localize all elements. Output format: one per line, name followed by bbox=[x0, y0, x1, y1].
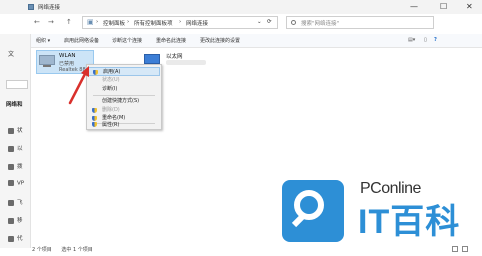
context-menu: 启用(A) 状态(U) 诊断(I) 创建快捷方式(S) 删除(D) 重命名(M)… bbox=[86, 64, 162, 130]
forward-button[interactable]: → bbox=[48, 18, 54, 26]
sidebar-item-vpn[interactable]: VP bbox=[8, 180, 24, 187]
sidebar-item-label: 以 bbox=[17, 146, 23, 152]
search-input[interactable]: 搜索"网络连接" bbox=[286, 16, 434, 29]
sidebar-item-airplane[interactable]: 飞 bbox=[8, 198, 23, 206]
rename-button[interactable]: 重命名此连接 bbox=[156, 37, 186, 44]
pconline-watermark: PConline IT百科 bbox=[282, 180, 476, 250]
sidebar-item-proxy[interactable]: 代 bbox=[8, 234, 23, 242]
uac-shield-icon bbox=[92, 122, 97, 127]
breadcrumb-sep: › bbox=[96, 19, 99, 25]
command-bar: 组织 ▾ 启用此网络设备 诊断这个连接 重命名此连接 更改此连接的设置 ▤▾ ▯… bbox=[30, 34, 482, 48]
sidebar-item-label: 移 bbox=[17, 218, 23, 224]
view-options-icon[interactable]: ▤▾ bbox=[408, 37, 415, 43]
organize-menu[interactable]: 组织 ▾ bbox=[36, 37, 50, 44]
refresh-icon[interactable]: ⟳ bbox=[267, 19, 272, 25]
close-button[interactable]: ✕ bbox=[466, 2, 473, 12]
address-bar[interactable]: ▣ › 控制面板 › 所有控制面板项 › 网络连接 ⌄ ⟳ bbox=[82, 16, 278, 29]
diagnose-button[interactable]: 诊断这个连接 bbox=[112, 37, 142, 44]
watermark-brand-text: IT百科 bbox=[358, 203, 461, 241]
enable-device-button[interactable]: 启用此网络设备 bbox=[64, 37, 99, 44]
sidebar-item-dialup[interactable]: 拨 bbox=[8, 162, 23, 170]
magnifier-logo-icon bbox=[282, 180, 344, 242]
globe-icon bbox=[8, 235, 14, 242]
uac-shield-icon bbox=[93, 70, 98, 75]
menu-item-status[interactable]: 状态(U) bbox=[88, 76, 160, 85]
breadcrumb-control-panel[interactable]: 控制面板 bbox=[103, 19, 125, 27]
dialup-icon bbox=[8, 163, 14, 170]
sidebar-item-label: 代 bbox=[17, 236, 23, 242]
home-icon bbox=[8, 127, 14, 134]
sidebar-item-status[interactable]: 状 bbox=[8, 126, 23, 134]
settings-sidebar: 文 网络和 状 以 拨 VP 飞 移 代 bbox=[0, 34, 31, 248]
selected-count: 选中 1 个项目 bbox=[61, 247, 93, 253]
network-connections-icon bbox=[28, 4, 34, 10]
title-bar: 网络连接 — ☐ ✕ bbox=[0, 0, 482, 14]
adapter-name: WLAN bbox=[59, 53, 76, 59]
airplane-icon bbox=[8, 199, 14, 206]
breadcrumb-network-connections[interactable]: 网络连接 bbox=[186, 19, 208, 27]
up-button[interactable]: ↑ bbox=[66, 18, 72, 26]
adapter-details-blurred bbox=[166, 60, 206, 65]
adapter-status: 已禁用 bbox=[59, 61, 75, 67]
item-count: 2 个项目 bbox=[32, 247, 52, 253]
menu-item-properties[interactable]: 属性(R) bbox=[88, 121, 160, 129]
search-icon bbox=[291, 20, 296, 25]
vpn-icon bbox=[8, 180, 14, 186]
sidebar-top-text: 文 bbox=[8, 51, 15, 58]
menu-item-create-shortcut[interactable]: 创建快捷方式(S) bbox=[88, 97, 160, 106]
status-bar: 2 个项目 选中 1 个项目 bbox=[32, 246, 101, 253]
chevron-down-icon[interactable]: ⌄ bbox=[257, 19, 262, 25]
sidebar-item-label: 飞 bbox=[17, 200, 23, 206]
minimize-button[interactable]: — bbox=[410, 2, 418, 12]
sidebar-item-label: VP bbox=[17, 180, 25, 187]
sidebar-item-label: 拨 bbox=[17, 164, 23, 170]
help-icon[interactable]: ? bbox=[434, 37, 437, 43]
watermark-pconline-text: PConline bbox=[360, 180, 421, 197]
menu-item-enable[interactable]: 启用(A) bbox=[88, 67, 160, 76]
uac-shield-icon bbox=[92, 108, 97, 113]
breadcrumb-all-items[interactable]: 所有控制面板项 bbox=[134, 19, 173, 27]
ethernet-icon bbox=[8, 145, 14, 152]
adapter-name: 以太网 bbox=[166, 54, 183, 60]
window-title: 网络连接 bbox=[38, 5, 61, 11]
wireless-adapter-icon bbox=[39, 55, 57, 69]
sidebar-item-hotspot[interactable]: 移 bbox=[8, 216, 23, 224]
sidebar-item-ethernet[interactable]: 以 bbox=[8, 144, 23, 152]
menu-separator bbox=[93, 95, 155, 96]
folder-icon: ▣ bbox=[87, 18, 94, 26]
maximize-button[interactable]: ☐ bbox=[440, 2, 447, 12]
sidebar-heading: 网络和 bbox=[6, 102, 23, 108]
hotspot-icon bbox=[8, 217, 14, 224]
breadcrumb-sep: › bbox=[127, 19, 130, 25]
sidebar-item-label: 状 bbox=[17, 128, 23, 134]
menu-item-diagnose[interactable]: 诊断(I) bbox=[88, 85, 160, 94]
back-button[interactable]: ← bbox=[34, 18, 40, 26]
search-placeholder: 搜索"网络连接" bbox=[301, 21, 340, 27]
sidebar-search-box[interactable] bbox=[6, 80, 28, 89]
layout-pane-icon[interactable]: ▯ bbox=[424, 37, 427, 43]
change-settings-button[interactable]: 更改此连接的设置 bbox=[200, 37, 240, 44]
breadcrumb-sep: › bbox=[179, 19, 182, 25]
